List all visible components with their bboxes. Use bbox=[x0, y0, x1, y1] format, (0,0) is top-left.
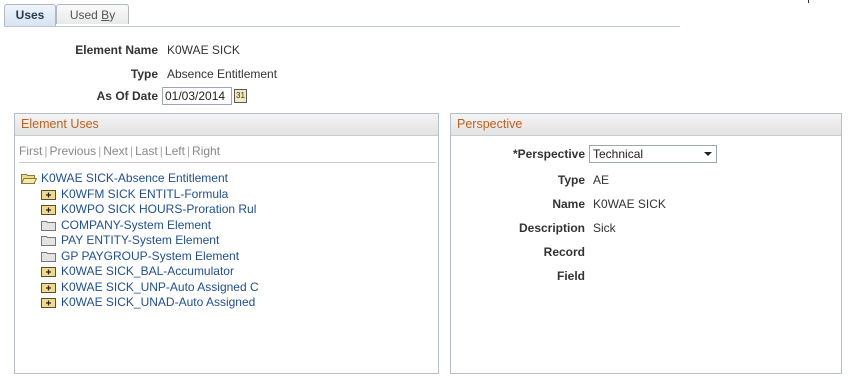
tree-navigation: First | Previous | Next | Last | Left | Right bbox=[19, 144, 221, 158]
perspective-description-label: Description bbox=[518, 221, 585, 235]
nav-next[interactable]: Next bbox=[103, 144, 128, 158]
folder-icon bbox=[41, 220, 57, 231]
tab-used-by-prefix: Used bbox=[69, 8, 102, 22]
perspective-title: Perspective bbox=[451, 114, 841, 136]
folder-plus-icon bbox=[41, 204, 57, 215]
tree-item-label[interactable]: PAY ENTITY-System Element bbox=[61, 233, 219, 248]
tree-item-label[interactable]: GP PAYGROUP-System Element bbox=[61, 249, 239, 264]
perspective-field-label: Field bbox=[556, 269, 585, 283]
tab-bar: Uses Used By bbox=[4, 4, 680, 27]
tree-item-label[interactable]: K0WPO SICK HOURS-Proration Rul bbox=[61, 202, 256, 217]
folder-plus-icon bbox=[41, 189, 57, 200]
as-of-date-label: As Of Date bbox=[96, 89, 158, 103]
perspective-type-label: Type bbox=[557, 173, 585, 187]
folder-open-icon bbox=[21, 173, 37, 184]
element-name-value: K0WAE SICK bbox=[167, 43, 240, 57]
folder-plus-icon bbox=[41, 282, 57, 293]
type-value: Absence Entitlement bbox=[167, 67, 278, 81]
chevron-down-icon bbox=[704, 152, 712, 156]
nav-right[interactable]: Right bbox=[192, 144, 220, 158]
perspective-record-label: Record bbox=[543, 245, 585, 259]
corner-mark bbox=[808, 0, 809, 3]
nav-previous[interactable]: Previous bbox=[49, 144, 96, 158]
perspective-select-value: Technical bbox=[593, 147, 644, 161]
tree-item-label[interactable]: K0WAE SICK_BAL-Accumulator bbox=[61, 264, 234, 279]
perspective-label: *Perspective bbox=[512, 147, 585, 161]
tab-used-by[interactable]: Used By bbox=[56, 4, 129, 24]
nav-divider bbox=[19, 162, 436, 163]
folder-icon bbox=[41, 251, 57, 262]
element-uses-title: Element Uses bbox=[15, 114, 438, 136]
folder-plus-icon bbox=[41, 266, 57, 277]
folder-icon bbox=[41, 235, 57, 246]
element-name-label: Element Name bbox=[75, 43, 158, 57]
nav-last[interactable]: Last bbox=[135, 144, 158, 158]
perspective-name-value: K0WAE SICK bbox=[593, 197, 666, 211]
tree-item-label[interactable]: COMPANY-System Element bbox=[61, 218, 211, 233]
as-of-date-input[interactable] bbox=[162, 87, 232, 105]
perspective-description-value: Sick bbox=[593, 221, 616, 235]
tab-used-by-suffix: y bbox=[109, 8, 116, 22]
tab-used-by-accesskey: B bbox=[101, 8, 110, 22]
type-label: Type bbox=[130, 67, 158, 81]
tree-item-label[interactable]: K0WFM SICK ENTITL-Formula bbox=[61, 187, 228, 202]
tree-root-label[interactable]: K0WAE SICK-Absence Entitlement bbox=[41, 171, 228, 186]
folder-plus-icon bbox=[41, 297, 57, 308]
nav-first[interactable]: First bbox=[19, 144, 42, 158]
perspective-type-value: AE bbox=[593, 173, 610, 187]
perspective-panel: Perspective *Perspective Technical Type … bbox=[450, 113, 842, 374]
perspective-name-label: Name bbox=[552, 197, 585, 211]
nav-left[interactable]: Left bbox=[165, 144, 185, 158]
element-uses-panel: Element Uses First | Previous | Next | Last | Le… bbox=[14, 113, 439, 374]
tab-uses[interactable]: Uses bbox=[4, 4, 56, 26]
tree-item-label[interactable]: K0WAE SICK_UNP-Auto Assigned C bbox=[61, 280, 259, 295]
perspective-select[interactable]: Technical bbox=[589, 145, 717, 163]
tree-item-label[interactable]: K0WAE SICK_UNAD-Auto Assigned bbox=[61, 295, 255, 310]
calendar-icon[interactable]: 31 bbox=[234, 89, 247, 103]
